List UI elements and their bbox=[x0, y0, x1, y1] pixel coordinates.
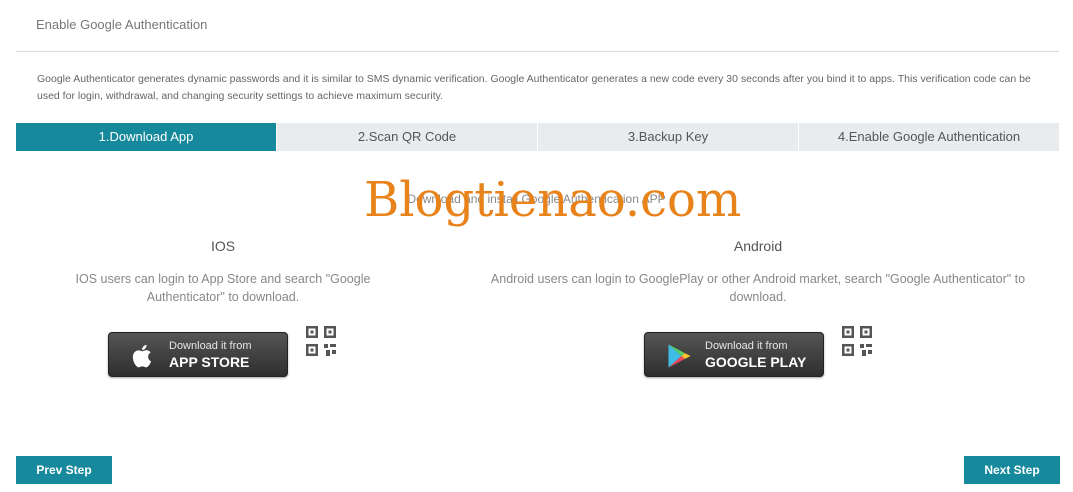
step-tab-backup-key[interactable]: 3.Backup Key bbox=[538, 123, 799, 151]
google-play-small-text: Download it from bbox=[705, 340, 788, 352]
ios-section: IOS IOS users can login to App Store and… bbox=[48, 238, 398, 306]
app-store-button[interactable]: Download it from APP STORE bbox=[108, 332, 288, 377]
next-step-button[interactable]: Next Step bbox=[964, 456, 1060, 484]
android-title: Android bbox=[733, 238, 783, 254]
app-store-big-text: APP STORE bbox=[169, 354, 250, 370]
android-section: Android Android users can login to Googl… bbox=[478, 238, 1038, 306]
watermark-text: Blogtienao.com bbox=[364, 172, 742, 228]
prev-step-button[interactable]: Prev Step bbox=[16, 456, 112, 484]
ios-title: IOS bbox=[210, 238, 236, 254]
page-title: Enable Google Authentication bbox=[36, 17, 208, 32]
google-play-big-text: GOOGLE PLAY bbox=[705, 354, 807, 370]
step-tab-enable-google-auth[interactable]: 4.Enable Google Authentication bbox=[799, 123, 1059, 151]
android-qr-code-icon[interactable] bbox=[842, 326, 872, 356]
step-tabs: 1.Download App 2.Scan QR Code 3.Backup K… bbox=[16, 123, 1059, 151]
description-text: Google Authenticator generates dynamic p… bbox=[37, 73, 1031, 102]
google-play-button[interactable]: Download it from GOOGLE PLAY bbox=[644, 332, 824, 377]
android-description: Android users can login to GooglePlay or… bbox=[490, 272, 1026, 304]
app-store-small-text: Download it from bbox=[169, 340, 252, 352]
step-tab-download-app[interactable]: 1.Download App bbox=[16, 123, 277, 151]
title-divider bbox=[16, 51, 1059, 52]
google-play-icon bbox=[668, 344, 691, 368]
ios-qr-code-icon[interactable] bbox=[306, 326, 336, 356]
apple-icon bbox=[132, 344, 152, 368]
ios-description: IOS users can login to App Store and sea… bbox=[75, 272, 371, 304]
step-tab-scan-qr-code[interactable]: 2.Scan QR Code bbox=[277, 123, 538, 151]
